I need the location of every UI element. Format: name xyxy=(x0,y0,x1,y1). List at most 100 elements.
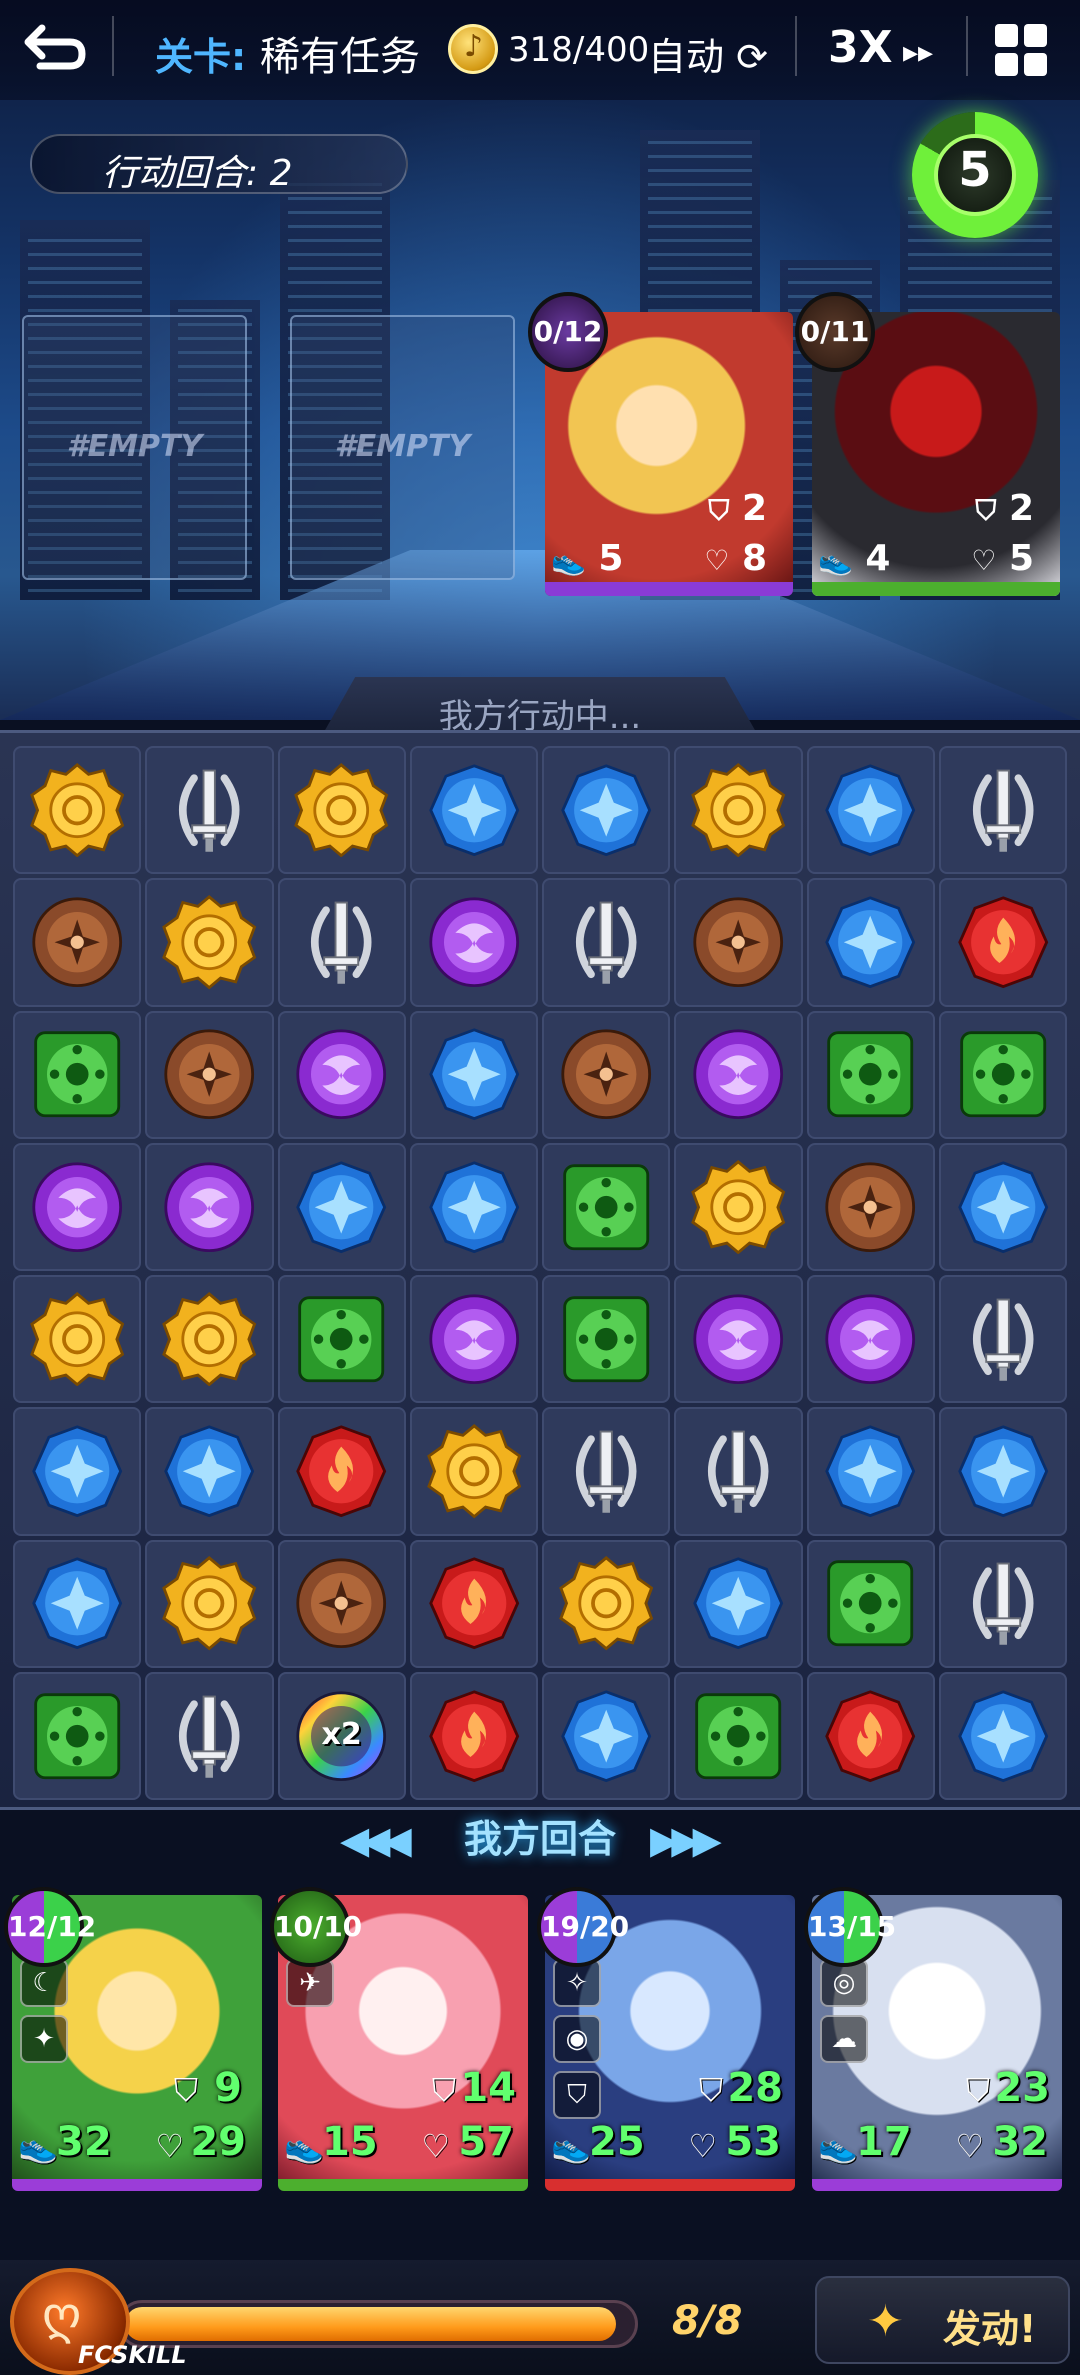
green-gem-icon[interactable] xyxy=(823,1027,917,1121)
blue-gem-icon[interactable] xyxy=(162,1424,256,1518)
board-cell[interactable] xyxy=(674,1671,803,1800)
yellow-gem-icon[interactable] xyxy=(30,762,125,858)
auto-button[interactable]: 自动 ⟳ xyxy=(648,26,768,81)
board-cell[interactable] xyxy=(145,1010,274,1139)
green-gem-icon[interactable] xyxy=(956,1027,1050,1121)
board-cell[interactable] xyxy=(409,878,538,1007)
blue-gem-icon[interactable] xyxy=(559,763,653,857)
yellow-gem-icon[interactable] xyxy=(30,1291,125,1387)
board-cell[interactable] xyxy=(13,1010,142,1139)
board-cell[interactable] xyxy=(674,878,803,1007)
board-cell[interactable] xyxy=(145,1539,274,1668)
skill-icon[interactable]: ✦ xyxy=(20,2015,68,2063)
blue-gem-icon[interactable] xyxy=(823,763,917,857)
board-cell[interactable] xyxy=(409,1407,538,1536)
board-cell[interactable] xyxy=(145,1142,274,1271)
purple-gem-icon[interactable] xyxy=(823,1292,917,1386)
board-cell[interactable] xyxy=(806,878,935,1007)
board-cell[interactable] xyxy=(806,1539,935,1668)
board-cell[interactable] xyxy=(674,1142,803,1271)
brown-gem-icon[interactable] xyxy=(294,1556,388,1650)
brown-gem-icon[interactable] xyxy=(30,895,124,989)
board-cell[interactable] xyxy=(409,1671,538,1800)
board-cell[interactable] xyxy=(938,1275,1067,1404)
board-cell[interactable] xyxy=(542,1539,671,1668)
brown-gem-icon[interactable] xyxy=(691,895,785,989)
board-cell[interactable] xyxy=(277,1142,406,1271)
blue-gem-icon[interactable] xyxy=(30,1556,124,1650)
sword-gem-icon[interactable] xyxy=(956,763,1050,857)
board-cell[interactable] xyxy=(13,1539,142,1668)
board-cell[interactable] xyxy=(938,1407,1067,1536)
board-cell[interactable]: x2 xyxy=(277,1671,406,1800)
yellow-gem-icon[interactable] xyxy=(162,1556,257,1651)
purple-gem-icon[interactable] xyxy=(30,1160,124,1254)
yellow-gem-icon[interactable] xyxy=(426,1424,521,1519)
board-cell[interactable] xyxy=(13,878,142,1007)
brown-gem-icon[interactable] xyxy=(162,1027,256,1121)
blue-gem-icon[interactable] xyxy=(427,1160,521,1254)
purple-gem-icon[interactable] xyxy=(162,1160,256,1254)
green-gem-icon[interactable] xyxy=(294,1292,388,1386)
board-cell[interactable] xyxy=(938,1539,1067,1668)
sword-gem-icon[interactable] xyxy=(559,895,653,989)
board-cell[interactable] xyxy=(409,1275,538,1404)
board-cell[interactable] xyxy=(13,746,142,875)
hero-card[interactable]: ✈ ⛉ 14 👟 15 ♡ 57 10/10 xyxy=(270,1887,528,2191)
back-icon[interactable] xyxy=(20,18,90,78)
sword-gem-icon[interactable] xyxy=(162,763,256,857)
blue-gem-icon[interactable] xyxy=(823,895,917,989)
blue-gem-icon[interactable] xyxy=(427,763,521,857)
board-cell[interactable] xyxy=(542,1407,671,1536)
green-gem-icon[interactable] xyxy=(691,1689,785,1783)
board-cell[interactable] xyxy=(806,1407,935,1536)
yellow-gem-icon[interactable] xyxy=(162,1291,257,1387)
blue-gem-icon[interactable] xyxy=(823,1424,917,1518)
red-gem-icon[interactable] xyxy=(823,1689,917,1783)
red-gem-icon[interactable] xyxy=(956,895,1050,989)
green-gem-icon[interactable] xyxy=(30,1027,124,1121)
hero-card[interactable]: ◎ ☁ ⛉ 23 👟 17 ♡ 32 13/15 xyxy=(804,1887,1062,2191)
board-cell[interactable] xyxy=(145,746,274,875)
sword-gem-icon[interactable] xyxy=(956,1556,1050,1650)
board-cell[interactable] xyxy=(806,746,935,875)
board-cell[interactable] xyxy=(674,1539,803,1668)
purple-gem-icon[interactable] xyxy=(427,895,521,989)
blue-gem-icon[interactable] xyxy=(956,1424,1050,1518)
green-gem-icon[interactable] xyxy=(823,1556,917,1650)
board-cell[interactable] xyxy=(145,1671,274,1800)
activate-button[interactable]: ✦ 发动! xyxy=(815,2276,1070,2364)
board-cell[interactable] xyxy=(806,1275,935,1404)
yellow-gem-icon[interactable] xyxy=(691,762,786,858)
board-cell[interactable] xyxy=(938,1142,1067,1271)
green-gem-icon[interactable] xyxy=(559,1292,653,1386)
purple-gem-icon[interactable] xyxy=(691,1027,785,1121)
board-cell[interactable] xyxy=(13,1671,142,1800)
blue-gem-icon[interactable] xyxy=(427,1027,521,1121)
hero-card[interactable]: ☾ ✦ ⛉ 9 👟 32 ♡ 29 12/12 xyxy=(4,1887,262,2191)
board-cell[interactable] xyxy=(938,878,1067,1007)
board-cell[interactable] xyxy=(938,1671,1067,1800)
skill-icon[interactable]: ◉ xyxy=(553,2015,601,2063)
board-cell[interactable] xyxy=(13,1275,142,1404)
yellow-gem-icon[interactable] xyxy=(691,1159,786,1255)
green-gem-icon[interactable] xyxy=(30,1689,124,1783)
yellow-gem-icon[interactable] xyxy=(559,1556,654,1651)
blue-gem-icon[interactable] xyxy=(956,1160,1050,1254)
blue-gem-icon[interactable] xyxy=(691,1556,785,1650)
sword-gem-icon[interactable] xyxy=(294,895,388,989)
board-cell[interactable] xyxy=(277,1010,406,1139)
sword-gem-icon[interactable] xyxy=(162,1689,256,1783)
sword-gem-icon[interactable] xyxy=(559,1424,653,1518)
purple-gem-icon[interactable] xyxy=(427,1292,521,1386)
board-cell[interactable] xyxy=(145,1275,274,1404)
board-cell[interactable] xyxy=(938,746,1067,875)
board-cell[interactable] xyxy=(277,746,406,875)
board-cell[interactable] xyxy=(806,1010,935,1139)
board-cell[interactable] xyxy=(806,1142,935,1271)
green-gem-icon[interactable] xyxy=(559,1160,653,1254)
board-cell[interactable] xyxy=(542,1142,671,1271)
skill-icon[interactable]: ☁ xyxy=(820,2015,868,2063)
yellow-gem-icon[interactable] xyxy=(162,895,257,990)
board-cell[interactable] xyxy=(409,746,538,875)
